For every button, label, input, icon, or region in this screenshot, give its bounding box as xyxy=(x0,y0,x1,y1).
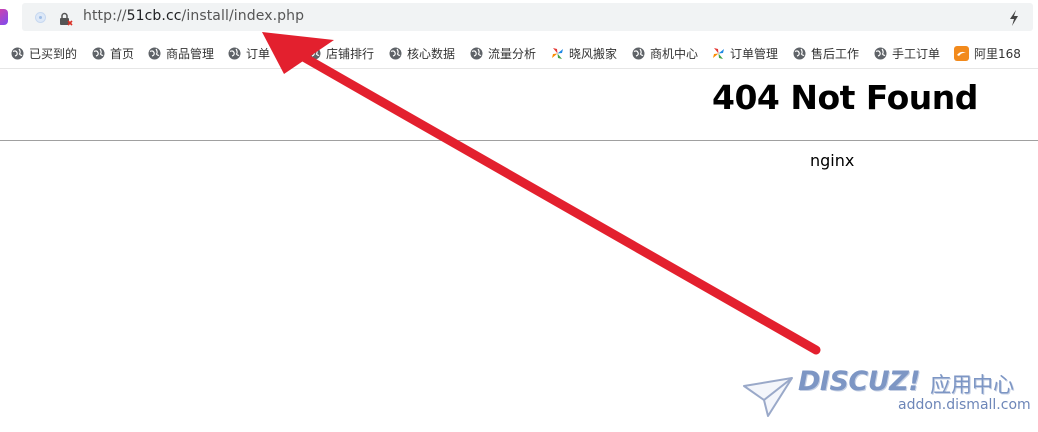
pinwheel-icon xyxy=(713,47,724,59)
bookmark-item[interactable]: 已买到的 xyxy=(11,43,77,63)
globe-icon xyxy=(228,47,241,59)
globe-icon xyxy=(11,47,24,59)
pinwheel-icon xyxy=(552,47,563,59)
alibaba-icon xyxy=(954,45,969,61)
globe-icon xyxy=(148,47,161,59)
bookmark-item[interactable]: 手工订单 xyxy=(874,43,940,63)
bookmark-label: 订单管理 xyxy=(730,46,779,61)
bookmark-label: 订单 xyxy=(246,46,271,61)
bookmark-item[interactable]: 店铺排行 xyxy=(308,43,374,63)
globe-icon xyxy=(632,47,645,59)
globe-icon xyxy=(92,47,105,59)
bookmark-label: 已买到的 xyxy=(29,46,78,61)
paper-plane-icon xyxy=(743,377,793,417)
bookmark-item[interactable]: 流量分析 xyxy=(470,43,536,63)
address-bar[interactable]: http://51cb.cc/install/index.php xyxy=(22,3,1033,31)
bookmark-item[interactable]: 商品管理 xyxy=(148,43,214,63)
bookmark-item[interactable]: 售后工作 xyxy=(793,43,859,63)
bookmark-item[interactable]: 核心数据 xyxy=(389,43,455,63)
insecure-lock-icon[interactable] xyxy=(59,12,73,26)
url-scheme: http:// xyxy=(83,8,127,24)
page-title: 404 Not Found xyxy=(712,78,978,117)
bookmark-label: 晓风搬家 xyxy=(569,46,618,61)
url-text[interactable]: http://51cb.cc/install/index.php xyxy=(83,8,304,24)
globe-icon xyxy=(470,47,483,59)
watermark-brand: DISCUZ! xyxy=(798,366,921,397)
bookmark-item[interactable]: 晓风搬家 xyxy=(551,43,617,63)
bookmark-label: 阿里168 xyxy=(974,46,1021,61)
bookmark-label: 流量分析 xyxy=(488,46,537,61)
bookmark-label: 首页 xyxy=(110,46,135,61)
divider xyxy=(0,140,1038,141)
browser-logo-icon[interactable] xyxy=(0,9,8,25)
bookmark-label: 商品管理 xyxy=(166,46,215,61)
globe-icon xyxy=(389,47,402,59)
bookmark-item[interactable]: 阿里168 xyxy=(954,43,1021,63)
server-signature: nginx xyxy=(810,151,855,170)
bookmark-label: 店铺排行 xyxy=(326,46,375,61)
bookmark-label: 商机中心 xyxy=(650,46,699,61)
bookmark-item[interactable]: 订单 xyxy=(228,43,270,63)
watermark-site: addon.dismall.com xyxy=(898,397,1031,413)
bookmark-item[interactable]: 首页 xyxy=(92,43,134,63)
url-host: 51cb.cc xyxy=(126,8,182,24)
watermark-brand-cn: 应用中心 xyxy=(930,373,1014,397)
site-identity-icon[interactable] xyxy=(35,12,46,23)
bookmark-label: 手工订单 xyxy=(892,46,941,61)
watermark: DISCUZ! 应用中心 addon.dismall.com xyxy=(740,366,1038,432)
bookmark-item[interactable]: 商机中心 xyxy=(632,43,698,63)
bookmark-label: 核心数据 xyxy=(407,46,456,61)
globe-icon xyxy=(308,47,321,59)
bookmark-item[interactable]: 订单管理 xyxy=(712,43,778,63)
bookmarks-bar: 已买到的 首页 商品管理 订单 店铺排行 核心数据 流量分析 晓风搬家 商机中心… xyxy=(0,38,1038,69)
globe-icon xyxy=(793,47,806,59)
browser-toolbar: http://51cb.cc/install/index.php xyxy=(0,0,1038,36)
bookmark-label: 售后工作 xyxy=(811,46,860,61)
lightning-icon[interactable] xyxy=(1007,9,1021,27)
globe-icon xyxy=(874,47,887,59)
url-path: /install/index.php xyxy=(181,8,305,24)
